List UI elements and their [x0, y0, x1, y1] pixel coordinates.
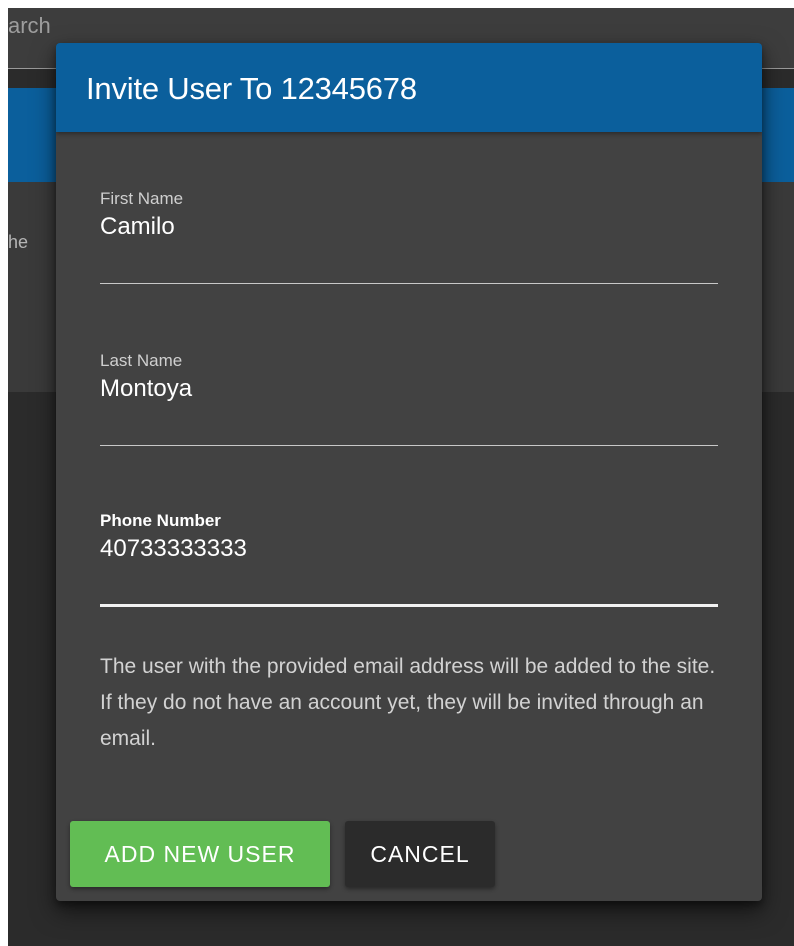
background-search-placeholder: arch: [8, 13, 51, 38]
last-name-label: Last Name: [100, 351, 183, 370]
phone-number-label: Phone Number: [100, 511, 221, 530]
cancel-button[interactable]: CANCEL: [345, 821, 495, 887]
phone-number-field: Phone Number: [100, 511, 718, 609]
first-name-field: First Name: [100, 189, 718, 285]
dialog-header: Invite User To 12345678: [56, 43, 762, 132]
last-name-input[interactable]: [100, 373, 718, 405]
first-name-underline: [100, 283, 718, 284]
background-panel-text: he: [8, 232, 29, 252]
last-name-field: Last Name: [100, 351, 718, 447]
invite-info-text: The user with the provided email address…: [100, 655, 716, 750]
add-new-user-button[interactable]: ADD NEW USER: [70, 821, 330, 887]
first-name-label: First Name: [100, 189, 184, 208]
last-name-underline: [100, 445, 718, 446]
invite-user-dialog: Invite User To 12345678 First Name Last …: [56, 43, 762, 901]
phone-number-underline: [100, 604, 718, 607]
dialog-title: Invite User To 12345678: [86, 71, 417, 106]
first-name-input[interactable]: [100, 211, 718, 243]
phone-number-input[interactable]: [100, 533, 718, 565]
